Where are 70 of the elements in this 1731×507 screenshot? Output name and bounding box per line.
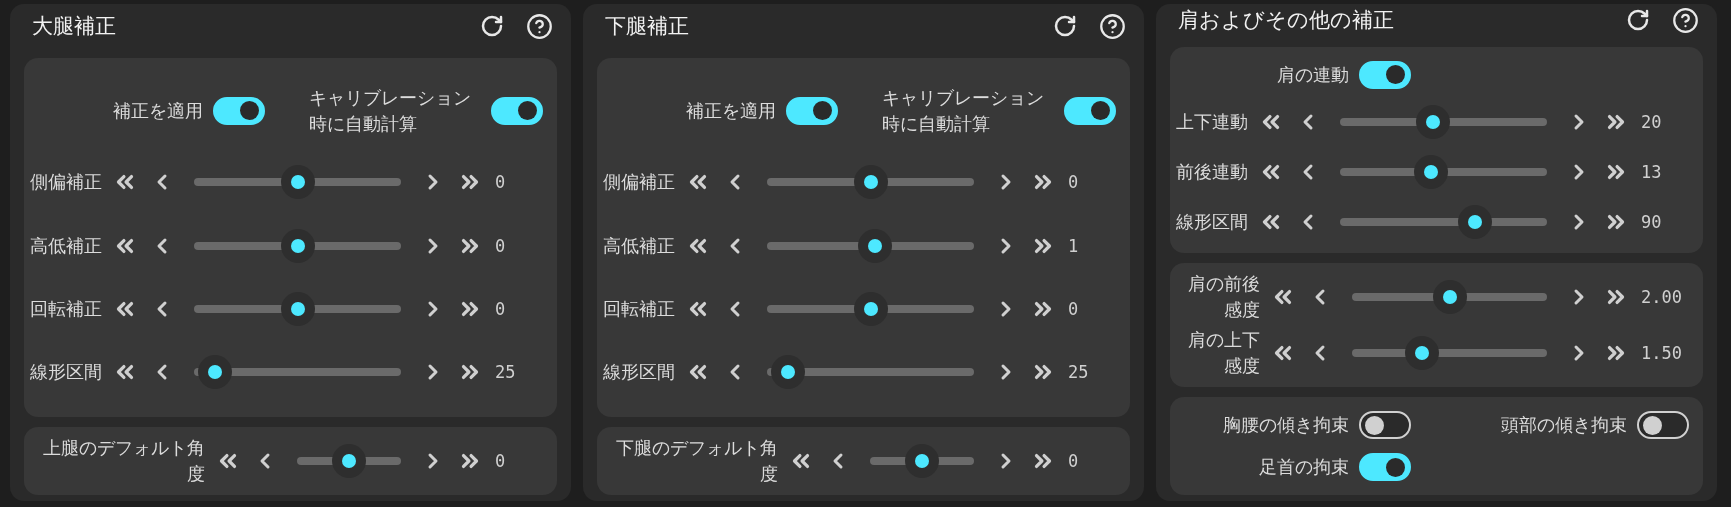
help-icon[interactable]	[526, 12, 553, 40]
slider-label: 下腿のデフォルト角度	[615, 435, 778, 486]
slider-value: 0	[494, 172, 507, 193]
reset-icon[interactable]	[480, 14, 504, 38]
slider-label: 側偏補正	[30, 170, 102, 195]
slider-thumb[interactable]	[197, 355, 232, 390]
slider-label: 線形区間	[603, 360, 675, 385]
panel-title: 下腿補正	[605, 13, 690, 40]
slider-thumb[interactable]	[905, 443, 939, 478]
slider-thumb[interactable]	[1432, 279, 1467, 314]
toggle-label: 肩の連動	[1276, 63, 1349, 88]
toggle-label: 胸腰の傾き拘束	[1222, 413, 1349, 438]
help-icon[interactable]	[1099, 12, 1126, 40]
slider-label: 肩の上下感度	[1187, 327, 1260, 378]
slider-label: 線形区間	[30, 360, 102, 385]
slider-value: 0	[1067, 172, 1080, 193]
toggle-switch[interactable]	[1064, 96, 1116, 125]
slider-label: 上下連動	[1176, 109, 1248, 134]
slider-thumb[interactable]	[853, 292, 888, 326]
slider-value: 90	[1640, 211, 1663, 232]
slider-label: 側偏補正	[603, 170, 675, 195]
slider-value: 20	[1640, 111, 1663, 132]
slider-label: 高低補正	[30, 233, 102, 258]
slider-thumb[interactable]	[280, 292, 315, 326]
slider-thumb[interactable]	[853, 165, 888, 200]
slider-thumb[interactable]	[280, 165, 315, 200]
slider-thumb[interactable]	[857, 228, 892, 263]
toggle-switch[interactable]	[1637, 411, 1689, 439]
slider-value: 13	[1640, 161, 1663, 182]
slider-thumb[interactable]	[1414, 154, 1449, 189]
reset-icon[interactable]	[1053, 14, 1077, 38]
slider-label: 前後連動	[1176, 159, 1248, 184]
toggle-label: 頭部の傾き拘束	[1501, 413, 1627, 438]
toggle-label: キャリブレーション時に自動計算	[882, 86, 1045, 136]
slider-thumb[interactable]	[1405, 335, 1440, 370]
slider-label: 肩の前後感度	[1187, 271, 1260, 322]
slider-thumb[interactable]	[332, 443, 366, 478]
reset-icon[interactable]	[1626, 8, 1650, 33]
toggle-label: キャリブレーション時に自動計算	[309, 86, 472, 136]
slider-value: 1	[1067, 235, 1080, 256]
slider-thumb[interactable]	[1416, 104, 1451, 139]
toggle-label: 補正を適用	[685, 99, 776, 123]
slider-label: 上腿のデフォルト角度	[42, 435, 205, 486]
toggle-switch[interactable]	[1358, 411, 1411, 439]
slider-label: 線形区間	[1176, 209, 1248, 234]
slider-thumb[interactable]	[770, 355, 805, 390]
slider-value: 0	[1067, 299, 1080, 319]
toggle-label: 足首の拘束	[1258, 455, 1349, 480]
toggle-switch[interactable]	[491, 96, 543, 125]
help-icon[interactable]	[1672, 6, 1699, 34]
slider-thumb[interactable]	[1457, 204, 1492, 239]
slider-value: 0	[1067, 450, 1080, 471]
slider-value: 0	[494, 450, 507, 471]
slider-label: 回転補正	[30, 296, 102, 321]
slider-thumb[interactable]	[280, 228, 315, 263]
slider-value: 25	[1067, 362, 1090, 383]
toggle-switch[interactable]	[785, 96, 838, 125]
slider-label: 高低補正	[603, 233, 675, 258]
slider-value: 0	[494, 299, 507, 319]
slider-value: 0	[494, 235, 507, 256]
panel-title: 大腿補正	[32, 13, 117, 40]
toggle-switch[interactable]	[212, 96, 265, 125]
toggle-label: 補正を適用	[112, 99, 203, 123]
toggle-switch[interactable]	[1358, 453, 1411, 481]
slider-value: 25	[494, 362, 517, 383]
slider-label: 回転補正	[603, 296, 675, 321]
slider-value: 1.50	[1640, 342, 1683, 363]
panel-title: 肩およびその他の補正	[1178, 7, 1395, 35]
toggle-switch[interactable]	[1358, 60, 1411, 89]
slider-value: 2.00	[1640, 286, 1683, 307]
